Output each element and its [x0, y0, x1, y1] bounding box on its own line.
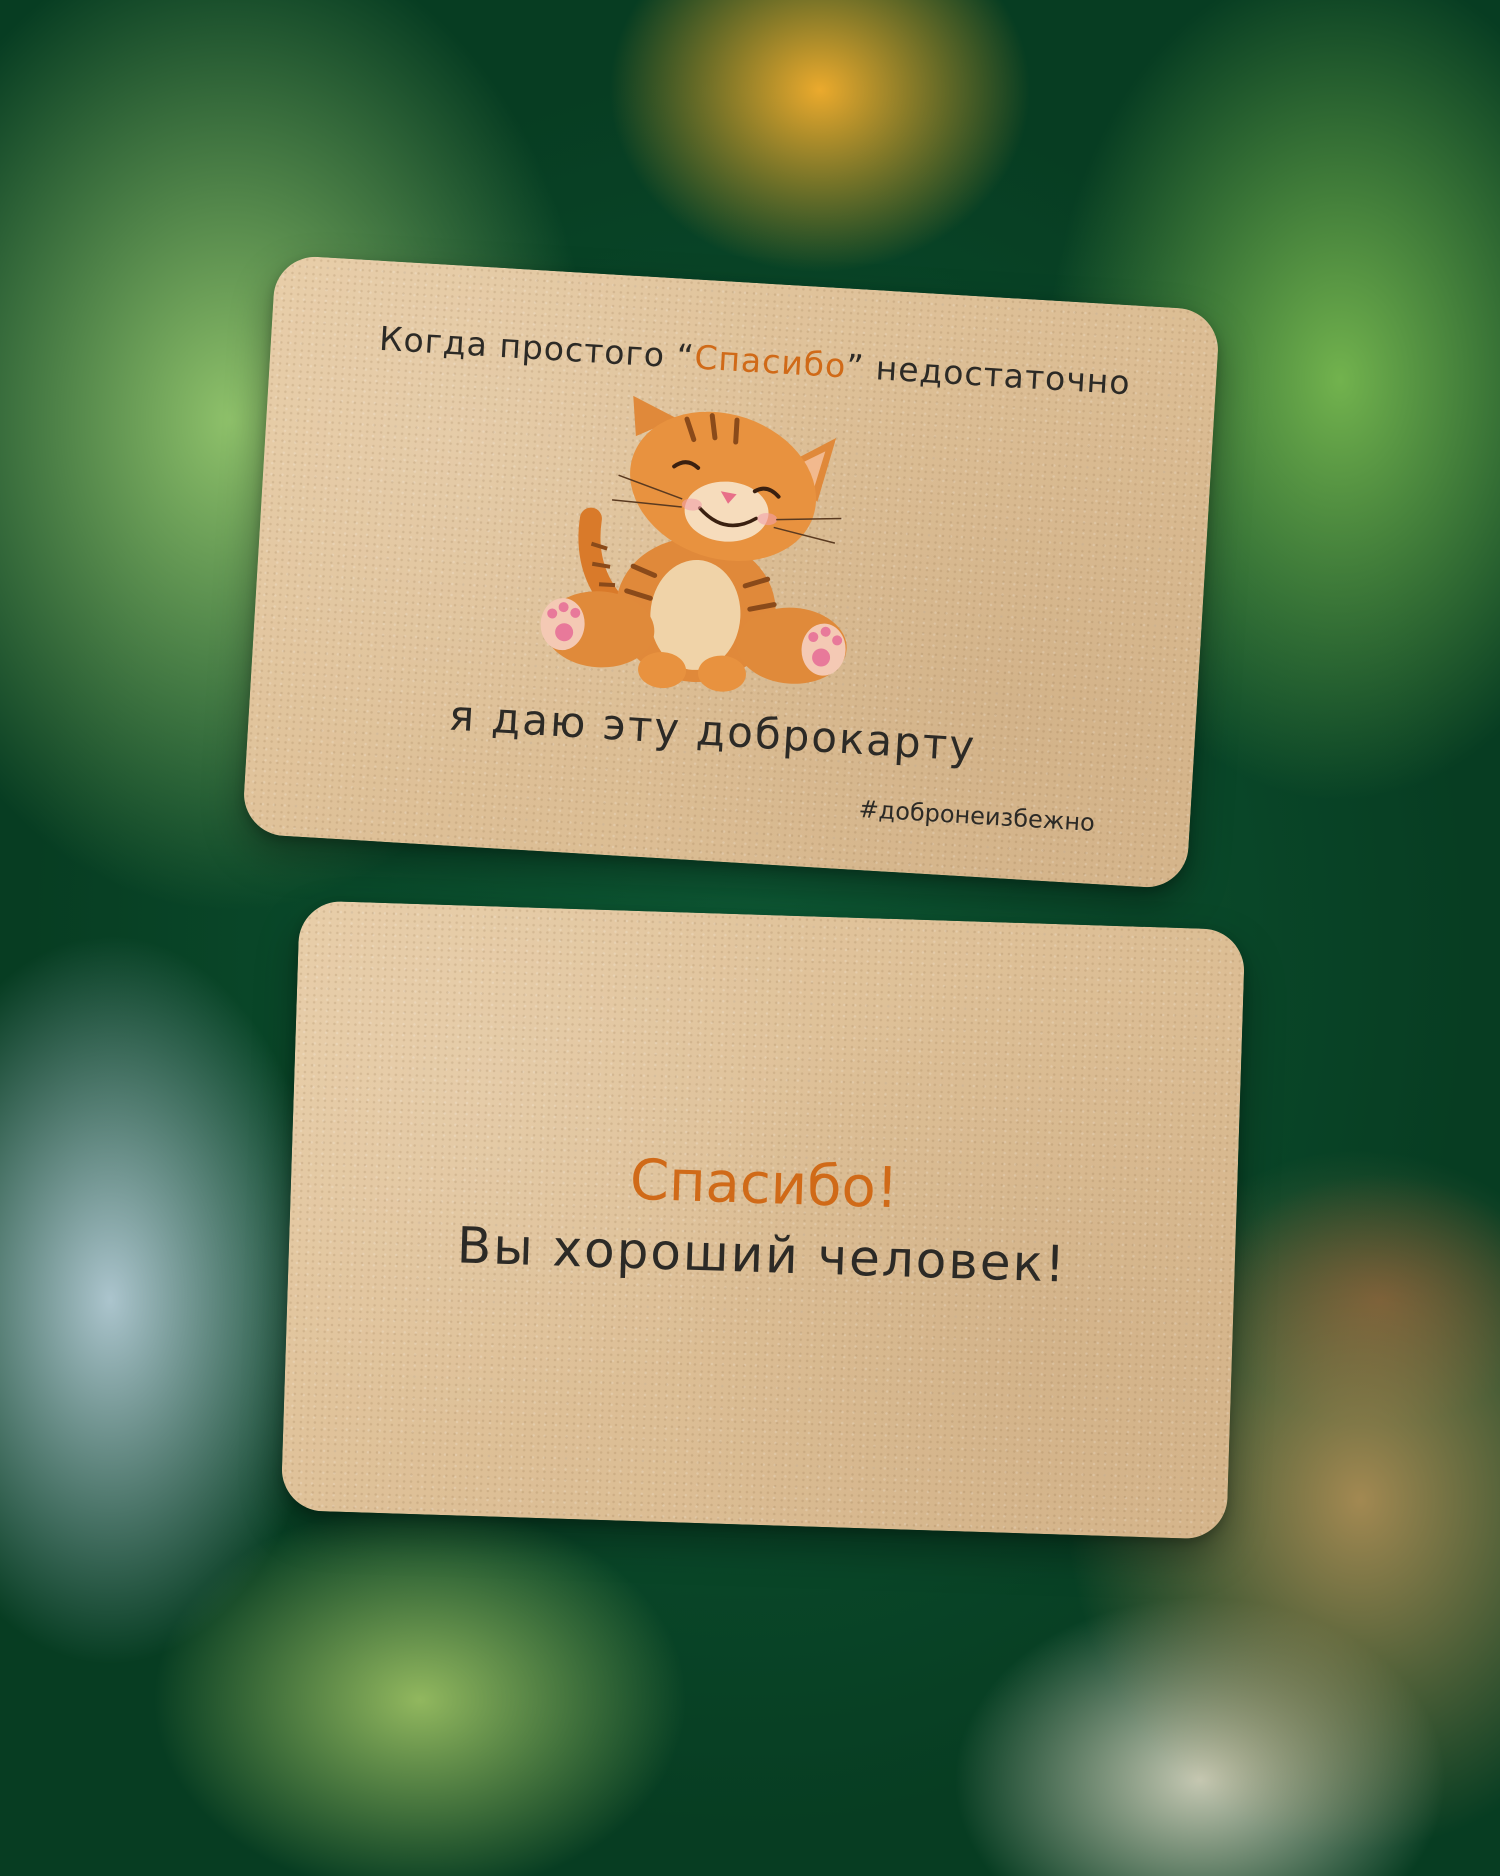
- spasibo-highlight: Спасибо: [693, 337, 848, 386]
- kitten-illustration: [540, 395, 847, 692]
- front-card-headline: Когда простого “Спасибо” недостаточно: [378, 318, 1132, 403]
- hashtag: #добронеизбежно: [857, 795, 1096, 837]
- front-card: Когда простого “Спасибо” недостаточно я …: [241, 254, 1221, 890]
- front-card-subline: я даю эту доброкарту: [447, 690, 978, 771]
- back-card-message: Спасибо! Вы хороший человек!: [288, 1135, 1238, 1305]
- back-card: Спасибо! Вы хороший человек!: [280, 900, 1246, 1540]
